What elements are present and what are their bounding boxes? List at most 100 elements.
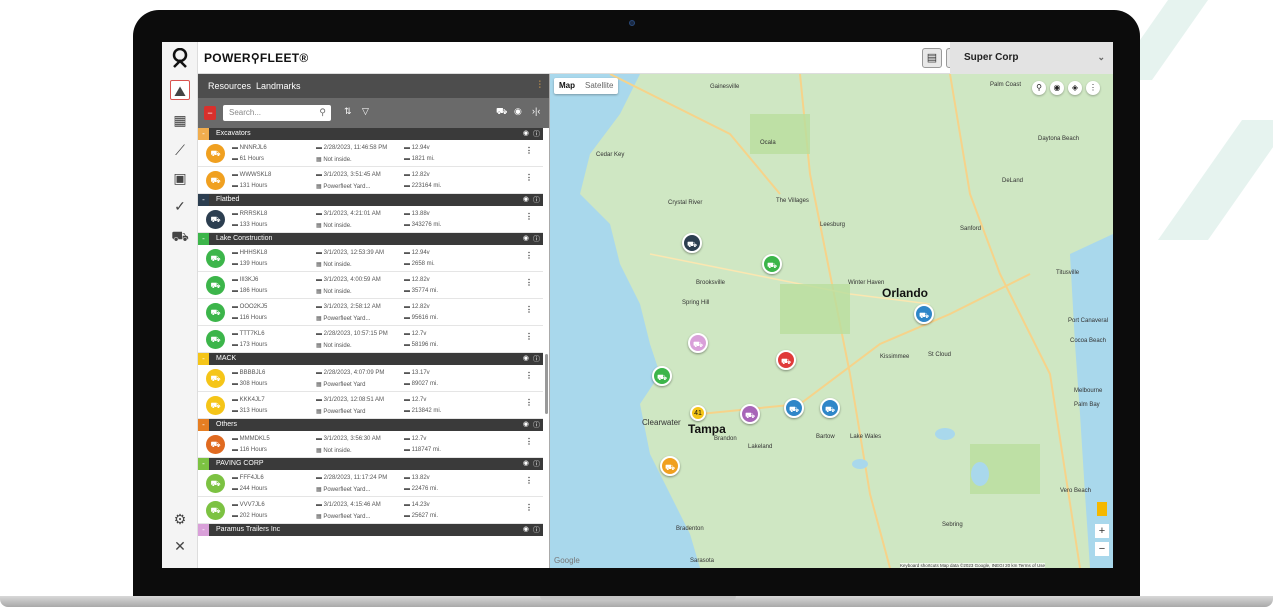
info-icon[interactable]: ⓘ [533, 459, 540, 469]
powerfleet-logo-icon [172, 48, 188, 68]
map-layers-icon[interactable]: ◈ [1068, 81, 1082, 95]
group-header[interactable]: - Paramus Trailers Inc ◉ ⓘ [198, 524, 543, 536]
info-icon[interactable]: ⓘ [533, 420, 540, 430]
row-menu-icon[interactable]: ⋮ [525, 146, 533, 155]
chart-icon[interactable]: ⟋ [170, 140, 190, 160]
map-vehicle-marker[interactable]: ⛟ [914, 304, 934, 324]
group-collapse-icon[interactable]: - [198, 353, 209, 365]
map-area[interactable]: Map Satellite ⚲ ◉ ◈ ⋮ Orlando Tampa Clea… [550, 74, 1113, 568]
eye-icon[interactable]: ◉ [523, 129, 529, 137]
map-vehicle-marker[interactable]: ⛟ [784, 398, 804, 418]
group-header[interactable]: - Flatbed ◉ ⓘ [198, 194, 543, 206]
group-header[interactable]: - Excavators ◉ ⓘ [198, 128, 543, 140]
zoom-in-button[interactable]: + [1095, 524, 1109, 538]
search-input[interactable]: Search... ⚲ [223, 105, 331, 121]
sort-icon[interactable]: ⇅ [344, 106, 352, 117]
resource-row[interactable]: ⛟ ▬ III3KJ6 ▬ 186 Hours ▬ 3/1/2023, 4:00:59… [198, 272, 543, 299]
list-scrollbar[interactable] [545, 354, 548, 414]
vehicle-avatar-icon: ⛟ [206, 144, 225, 163]
group-collapse-icon[interactable]: - [198, 524, 209, 536]
tractor-icon[interactable]: ⛟ [170, 226, 190, 246]
eye-icon[interactable]: ◉ [523, 525, 529, 533]
map-vehicle-marker[interactable]: ⛟ [688, 333, 708, 353]
pin-panel-icon[interactable]: ⫶ [539, 80, 542, 91]
info-icon[interactable]: ⓘ [533, 195, 540, 205]
map-view-icon[interactable]: ⛰ [170, 80, 190, 100]
map-vehicle-marker[interactable]: ⛟ [660, 456, 680, 476]
group-header[interactable]: - PAVING CORP ◉ ⓘ [198, 458, 543, 470]
map-vehicle-marker[interactable]: ⛟ [740, 404, 760, 424]
row-menu-icon[interactable]: ⋮ [525, 173, 533, 182]
resource-row[interactable]: ⛟ ▬ BBBBJL6 ▬ 308 Hours ▬ 2/28/2023, 4:07:0… [198, 365, 543, 392]
collapse-all-button[interactable]: − [204, 106, 216, 120]
map-type-map[interactable]: Map [554, 78, 580, 94]
map-vehicle-marker[interactable]: ⛟ [652, 366, 672, 386]
calendar-icon[interactable]: ▦ [170, 110, 190, 130]
group-collapse-icon[interactable]: - [198, 419, 209, 431]
map-cluster-marker[interactable]: 41 [690, 405, 706, 421]
row-menu-icon[interactable]: ⋮ [525, 371, 533, 380]
map-more-icon[interactable]: ⋮ [1086, 81, 1100, 95]
info-icon[interactable]: ⓘ [533, 354, 540, 364]
eye-icon[interactable]: ◉ [523, 234, 529, 242]
tools-icon[interactable]: ✕ [170, 536, 190, 556]
map-eye-icon[interactable]: ◉ [1050, 81, 1064, 95]
resource-row[interactable]: ⛟ ▬ FFF4JL6 ▬ 244 Hours ▬ 2/28/2023, 11:17:… [198, 470, 543, 497]
map-vehicle-marker[interactable]: ⛟ [776, 350, 796, 370]
resource-row[interactable]: ⛟ ▬ KKK4JL7 ▬ 313 Hours ▬ 3/1/2023, 12:08:5… [198, 392, 543, 419]
tab-resources[interactable]: Resources [208, 81, 251, 91]
map-vehicle-marker[interactable]: ⛟ [762, 254, 782, 274]
resource-row[interactable]: ⛟ ▬ HHHSKL8 ▬ 139 Hours ▬ 3/1/2023, 12:53:3… [198, 245, 543, 272]
info-icon[interactable]: ⓘ [533, 129, 540, 139]
map-attribution[interactable]: Keyboard shortcuts Map data ©2023 Google… [900, 563, 1046, 568]
resource-row[interactable]: ⛟ ▬ RRRSKL8 ▬ 133 Hours ▬ 3/1/2023, 4:21:01… [198, 206, 543, 233]
group-collapse-icon[interactable]: - [198, 458, 209, 470]
map-vehicle-marker[interactable]: ⛟ [820, 398, 840, 418]
odometer: ▬ 213842 mi. [404, 408, 442, 414]
row-menu-icon[interactable]: ⋮ [525, 332, 533, 341]
info-icon[interactable]: ⓘ [533, 234, 540, 244]
resource-row[interactable]: ⛟ ▬ VVV7JL6 ▬ 202 Hours ▬ 3/1/2023, 4:15:46… [198, 497, 543, 524]
group-header[interactable]: - MACK ◉ ⓘ [198, 353, 543, 365]
group-collapse-icon[interactable]: - [198, 128, 209, 140]
info-icon[interactable]: ⓘ [533, 525, 540, 535]
engine-hours: ▬ 202 Hours [232, 513, 268, 519]
row-menu-icon[interactable]: ⋮ [525, 278, 533, 287]
group-collapse-icon[interactable]: - [198, 233, 209, 245]
row-menu-icon[interactable]: ⋮ [525, 437, 533, 446]
group-collapse-icon[interactable]: - [198, 194, 209, 206]
map-search-icon[interactable]: ⚲ [1032, 81, 1046, 95]
search-icon[interactable]: ⚲ [319, 107, 326, 118]
resource-row[interactable]: ⛟ ▬ OOO2KJ5 ▬ 116 Hours ▬ 3/1/2023, 2:58:12… [198, 299, 543, 326]
expand-panel-icon[interactable]: ›|‹ [532, 106, 540, 116]
settings-icon[interactable]: ⚙ [170, 509, 190, 529]
devices-icon[interactable]: ▤ [922, 48, 942, 68]
organization-selector[interactable]: Super Corp ⌄ [950, 42, 1113, 74]
resource-row[interactable]: ⛟ ▬ TTT7KL6 ▬ 173 Hours ▬ 2/28/2023, 10:57:… [198, 326, 543, 353]
eye-icon[interactable]: ◉ [523, 459, 529, 467]
report-icon[interactable]: ▣ [170, 168, 190, 188]
resource-row[interactable]: ⛟ ▬ NNNRJL6 ▬ 61 Hours ▬ 2/28/2023, 11:46:5… [198, 140, 543, 167]
eye-icon[interactable]: ◉ [523, 195, 529, 203]
resource-row[interactable]: ⛟ ▬ MMMDKL5 ▬ 116 Hours ▬ 3/1/2023, 3:56:30… [198, 431, 543, 458]
row-menu-icon[interactable]: ⋮ [525, 476, 533, 485]
zoom-out-button[interactable]: − [1095, 542, 1109, 556]
filter-icon[interactable]: ▽ [362, 106, 369, 117]
row-menu-icon[interactable]: ⋮ [525, 305, 533, 314]
map-type-satellite[interactable]: Satellite [580, 78, 618, 94]
row-menu-icon[interactable]: ⋮ [525, 251, 533, 260]
truck-icon[interactable]: ⛟ [496, 106, 507, 118]
row-menu-icon[interactable]: ⋮ [525, 503, 533, 512]
map-vehicle-marker[interactable]: ⛟ [682, 233, 702, 253]
check-circle-icon[interactable]: ✓ [170, 196, 190, 216]
eye-icon[interactable]: ◉ [523, 420, 529, 428]
pegman-icon[interactable] [1097, 502, 1107, 516]
eye-icon[interactable]: ◉ [523, 354, 529, 362]
group-header[interactable]: - Others ◉ ⓘ [198, 419, 543, 431]
tab-landmarks[interactable]: Landmarks [256, 81, 301, 91]
row-menu-icon[interactable]: ⋮ [525, 398, 533, 407]
row-menu-icon[interactable]: ⋮ [525, 212, 533, 221]
resource-row[interactable]: ⛟ ▬ WWWSKL8 ▬ 131 Hours ▬ 3/1/2023, 3:51:45… [198, 167, 543, 194]
eye-icon[interactable]: ◉ [514, 106, 522, 117]
group-header[interactable]: - Lake Construction ◉ ⓘ [198, 233, 543, 245]
